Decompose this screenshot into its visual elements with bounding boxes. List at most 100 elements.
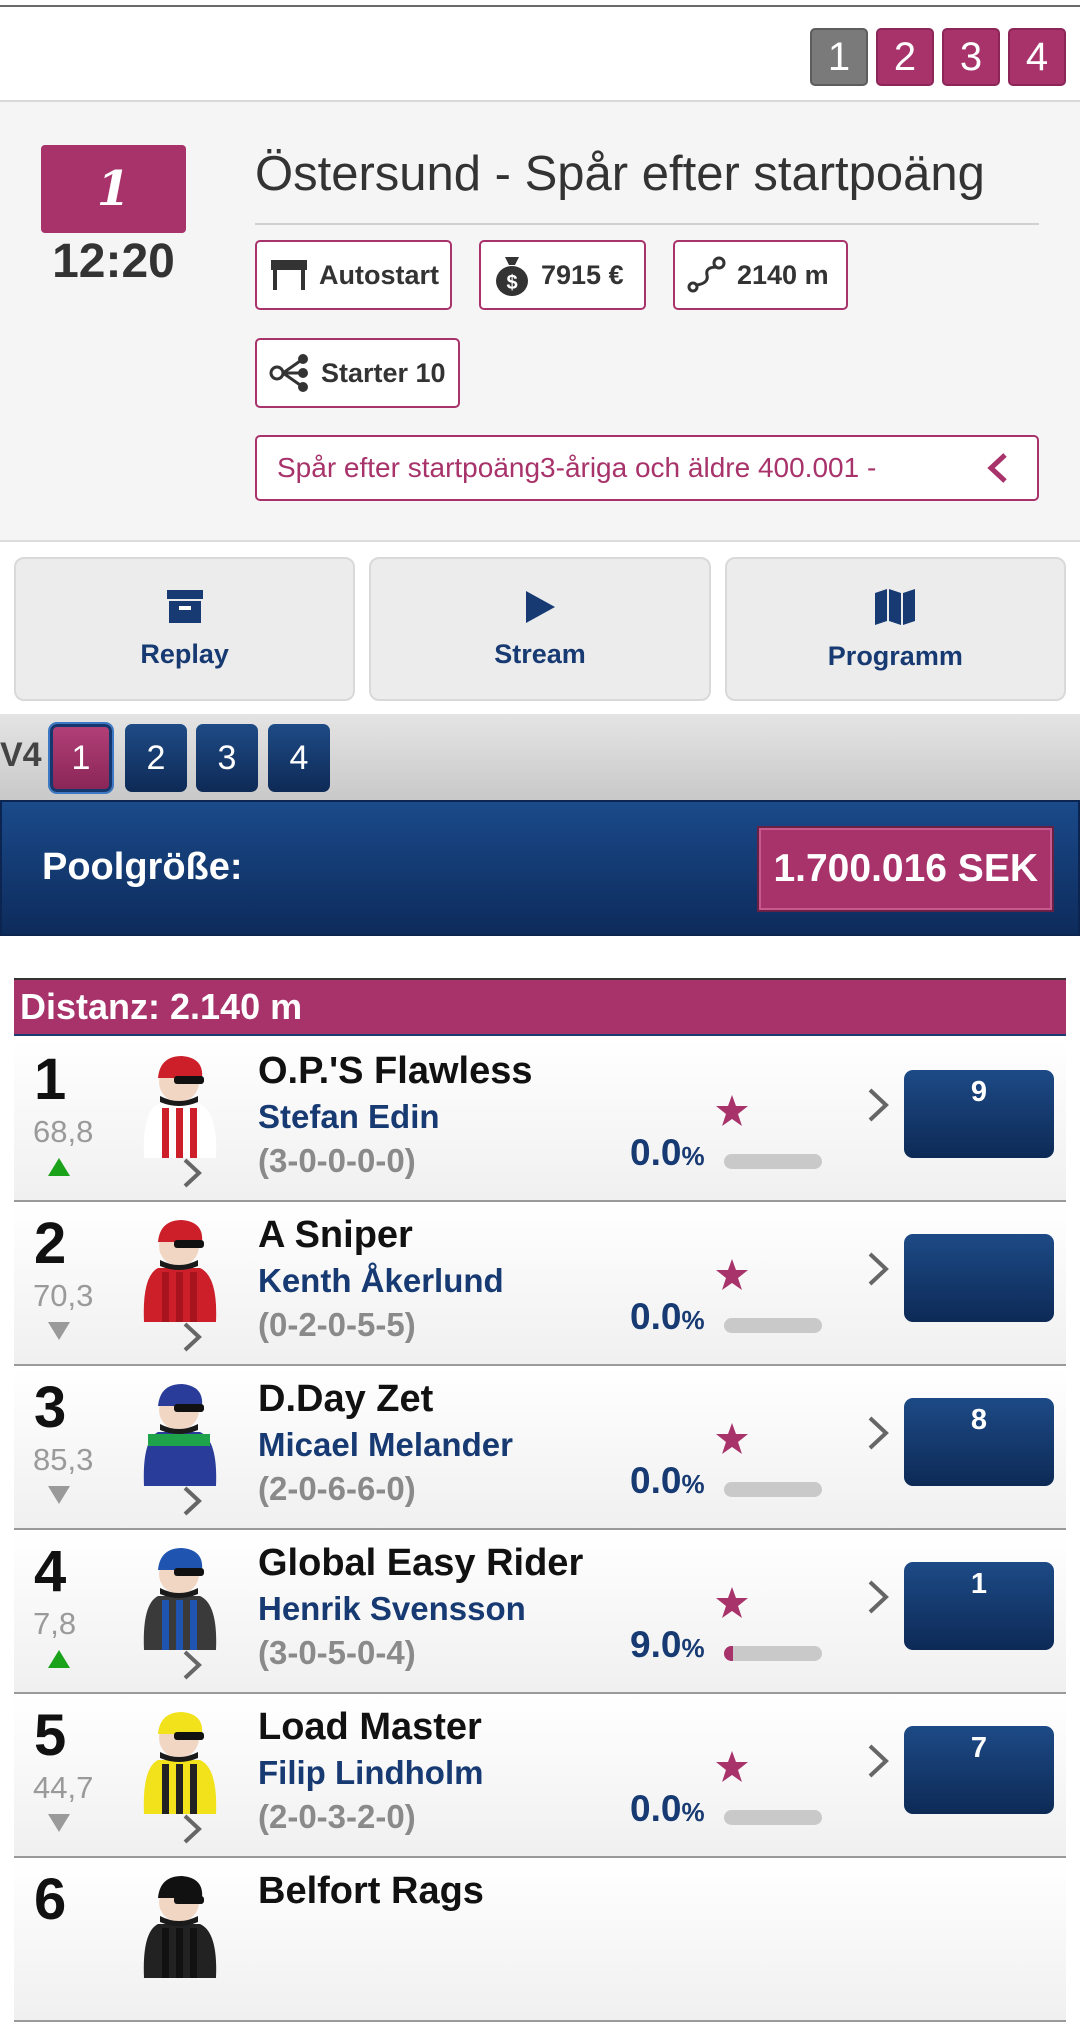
chevron-left-icon — [987, 453, 1007, 483]
win-percentage: 0.0% — [630, 1132, 705, 1174]
bet-selection-button[interactable]: 7 — [904, 1726, 1054, 1814]
win-percentage: 0.0% — [630, 1296, 705, 1338]
race-number-badge: 1 — [41, 145, 186, 233]
runner-row[interactable]: 4 7,8 Global Easy Rider Henrik Svensson (3-… — [14, 1530, 1066, 1694]
favorite-star-icon[interactable] — [714, 1422, 750, 1461]
distance-chip: 2140 m — [673, 240, 848, 310]
win-percentage-bar — [724, 1810, 822, 1825]
runner-rating: 68,8 — [33, 1114, 94, 1149]
runner-row[interactable]: 1 68,8 O.P.'S Flawless Stefan Edin (3-0-0-0… — [14, 1038, 1066, 1202]
race-tab-2[interactable]: 2 — [876, 28, 934, 86]
win-percentage-unit: % — [681, 1633, 705, 1663]
trend-down-icon — [46, 1812, 72, 1839]
chevron-right-icon[interactable] — [866, 1250, 890, 1293]
win-percentage-value: 0.0 — [630, 1460, 682, 1501]
win-percentage-unit: % — [681, 1469, 705, 1499]
top-divider — [0, 0, 1080, 7]
chevron-right-icon[interactable] — [181, 1484, 203, 1523]
favorite-star-icon[interactable] — [714, 1094, 750, 1133]
trend-down-icon — [46, 1320, 72, 1347]
favorite-star-icon[interactable] — [714, 1258, 750, 1297]
program-button[interactable]: Programm — [724, 557, 1066, 701]
replay-button[interactable]: Replay — [14, 557, 356, 701]
runner-number: 1 — [34, 1047, 67, 1112]
win-percentage-value: 0.0 — [630, 1296, 682, 1337]
win-percentage-value: 0.0 — [630, 1132, 682, 1173]
pool-size-value: 1.700.016 SEK — [757, 826, 1054, 912]
horse-name[interactable]: Load Master — [258, 1706, 482, 1749]
win-percentage-bar — [724, 1482, 822, 1497]
race-tab-4[interactable]: 4 — [1008, 28, 1066, 86]
runner-rating: 7,8 — [33, 1606, 77, 1641]
win-percentage-bar-fill — [724, 1646, 733, 1661]
favorite-star-icon[interactable] — [714, 1586, 750, 1625]
game-type-label: V4 — [0, 736, 42, 774]
chevron-right-icon[interactable] — [181, 1156, 203, 1195]
jockey-silk-icon — [138, 1868, 222, 1985]
driver-name[interactable]: Micael Melander — [258, 1426, 513, 1464]
race-tab-1[interactable]: 1 — [810, 28, 868, 86]
runner-number: 4 — [34, 1539, 67, 1604]
share-nodes-icon — [269, 354, 308, 392]
starters-label: Starter 10 — [321, 357, 446, 388]
runner-row[interactable]: 5 44,7 Load Master Filip Lindholm (2-0-3-2-… — [14, 1694, 1066, 1858]
bet-selection-button[interactable]: 9 — [904, 1070, 1054, 1158]
favorite-star-icon[interactable] — [714, 1750, 750, 1789]
driver-name[interactable]: Filip Lindholm — [258, 1754, 483, 1792]
action-buttons: Replay Stream Programm — [14, 557, 1066, 701]
leg-tab-2[interactable]: 2 — [125, 724, 187, 792]
bet-selection-button[interactable] — [904, 1234, 1054, 1322]
leg-tab-3[interactable]: 3 — [196, 724, 258, 792]
jockey-silk-icon — [138, 1048, 222, 1165]
win-percentage-bar — [724, 1318, 822, 1333]
route-icon — [687, 256, 726, 293]
horse-name[interactable]: Belfort Rags — [258, 1870, 484, 1913]
chevron-right-icon[interactable] — [866, 1086, 890, 1129]
bet-selection-button[interactable]: 1 — [904, 1562, 1054, 1650]
runner-row[interactable]: 2 70,3 A Sniper Kenth Åkerlund (0-2-0-5-5) 0… — [14, 1202, 1066, 1366]
stream-button[interactable]: Stream — [369, 557, 711, 701]
money-bag-icon: $ — [496, 257, 528, 296]
leg-tab-4[interactable]: 4 — [268, 724, 330, 792]
chevron-right-icon[interactable] — [866, 1742, 890, 1785]
horse-name[interactable]: O.P.'S Flawless — [258, 1050, 532, 1093]
pool-size-label: Poolgröße: — [42, 846, 243, 888]
race-conditions-toggle[interactable]: Spår efter startpoäng3-åriga och äldre 4… — [255, 435, 1039, 501]
bet-selection-button[interactable]: 8 — [904, 1398, 1054, 1486]
jockey-silk-icon — [138, 1212, 222, 1329]
win-percentage-unit: % — [681, 1141, 705, 1171]
trend-up-icon — [46, 1648, 72, 1675]
chevron-right-icon[interactable] — [181, 1812, 203, 1851]
distance-label: 2140 m — [737, 259, 829, 290]
horse-name[interactable]: A Sniper — [258, 1214, 413, 1257]
chevron-right-icon[interactable] — [181, 1648, 203, 1687]
flag-icon — [271, 260, 307, 290]
runner-row[interactable]: 3 85,3 D.Day Zet Micael Melander (2-0-6-6-0… — [14, 1366, 1066, 1530]
svg-text:$: $ — [506, 272, 517, 294]
win-percentage: 9.0% — [630, 1624, 705, 1666]
trend-up-icon — [46, 1156, 72, 1183]
win-percentage: 0.0% — [630, 1460, 705, 1502]
chevron-right-icon[interactable] — [866, 1578, 890, 1621]
horse-name[interactable]: Global Easy Rider — [258, 1542, 583, 1585]
race-time: 12:20 — [52, 235, 175, 288]
horse-name[interactable]: D.Day Zet — [258, 1378, 433, 1421]
chevron-right-icon[interactable] — [866, 1414, 890, 1457]
win-percentage-bar — [724, 1154, 822, 1169]
horse-record: (3-0-0-0-0) — [258, 1142, 416, 1179]
driver-name[interactable]: Henrik Svensson — [258, 1590, 526, 1628]
runner-row[interactable]: 6 Belfort Rags — [14, 1858, 1066, 2022]
chevron-right-icon[interactable] — [181, 1320, 203, 1359]
start-type-label: Autostart — [319, 259, 439, 290]
trend-down-icon — [46, 1484, 72, 1511]
horse-record: (2-0-6-6-0) — [258, 1470, 416, 1507]
leg-tab-1[interactable]: 1 — [50, 724, 112, 792]
driver-name[interactable]: Kenth Åkerlund — [258, 1262, 504, 1300]
race-tab-3[interactable]: 3 — [942, 28, 1000, 86]
jockey-silk-icon — [138, 1540, 222, 1657]
driver-name[interactable]: Stefan Edin — [258, 1098, 440, 1136]
replay-label: Replay — [140, 638, 229, 669]
horse-record: (3-0-5-0-4) — [258, 1634, 416, 1671]
play-icon — [525, 590, 555, 623]
pool-size-panel: Poolgröße: 1.700.016 SEK — [0, 800, 1080, 936]
